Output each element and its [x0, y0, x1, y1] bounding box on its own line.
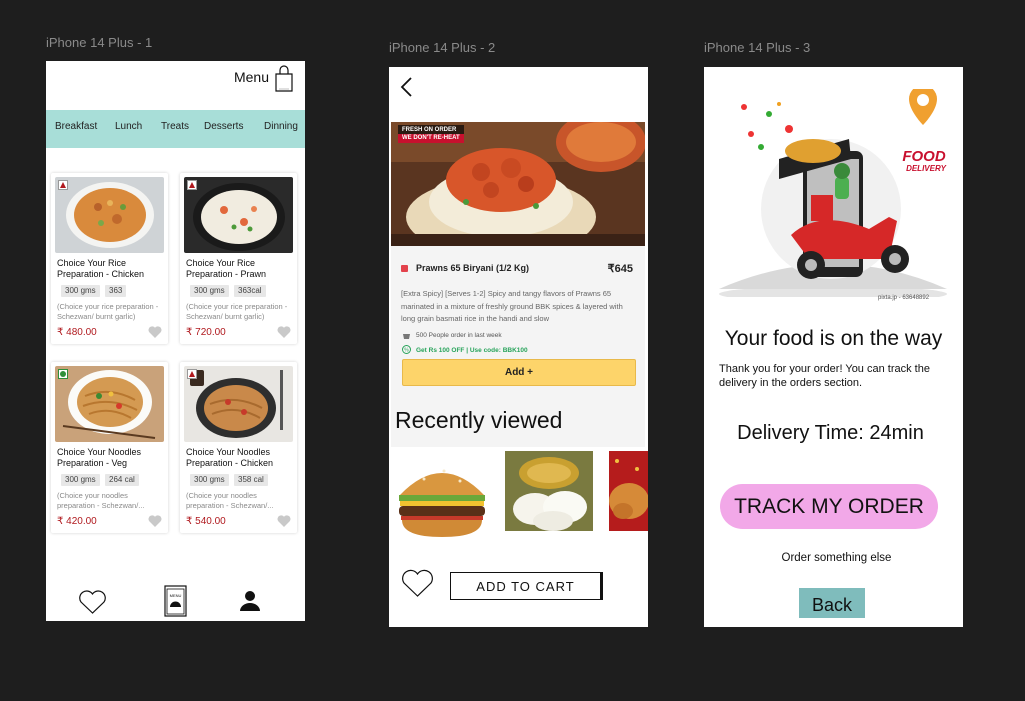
card-desc: (Choice your noodles preparation - Schez… [186, 491, 274, 510]
svg-text:%: % [404, 348, 409, 354]
qty-chip: 300 gms [190, 474, 229, 486]
cal-chip: 358 cal [234, 474, 268, 486]
noodles-chicken-image [184, 366, 293, 442]
tab-breakfast[interactable]: Breakfast [55, 121, 97, 132]
heart-icon[interactable] [78, 590, 107, 615]
add-button[interactable]: Add + [402, 359, 636, 386]
heart-icon[interactable] [277, 326, 291, 338]
recently-viewed-title: Recently viewed [395, 407, 563, 433]
cal-chip: 363 [105, 285, 127, 297]
heart-icon[interactable] [148, 326, 162, 338]
biryani-image: FRESH ON ORDER WE DON'T RE-HEAT [391, 122, 645, 246]
card-title: Choice Your Noodles Preparation - Veg [57, 447, 142, 468]
confirmation-screen: FOOD DELIVERY pixta.jp - 63648892 Your f… [704, 67, 963, 627]
category-tabs: Breakfast Lunch Treats Desserts Dinning [46, 110, 305, 148]
menu-card[interactable]: Choice Your Noodles Preparation - Veg 30… [51, 362, 168, 533]
header-title: Menu [233, 69, 269, 85]
back-chevron-icon[interactable] [399, 76, 413, 98]
product-screen: FRESH ON ORDER WE DON'T RE-HEAT Prawns 65… [389, 67, 648, 627]
non-veg-icon [58, 180, 68, 190]
delivery-time: Delivery Time: 24min [737, 422, 924, 444]
stock-credit: pixta.jp - 63648892 [878, 295, 930, 301]
svg-text:MENU: MENU [170, 593, 182, 598]
card-desc: (Choice your rice preparation - Schezwan… [186, 302, 288, 321]
qty-chip: 300 gms [61, 474, 100, 486]
tab-treats[interactable]: Treats [161, 121, 189, 132]
non-veg-icon [187, 180, 197, 190]
qty-chip: 300 gms [190, 285, 229, 297]
back-button[interactable]: Back [799, 588, 865, 618]
menu-card[interactable]: Choice Your Rice Preparation - Prawn 300… [180, 173, 297, 344]
thank-you-message: Thank you for your order! You can track … [719, 363, 930, 389]
non-veg-icon [401, 265, 408, 272]
svg-text:DELIVERY: DELIVERY [906, 164, 947, 173]
heart-icon[interactable] [401, 569, 434, 598]
orders-icon [403, 332, 410, 339]
heart-icon[interactable] [277, 515, 291, 527]
add-to-cart-button[interactable]: ADD TO CART [450, 572, 603, 600]
track-order-button[interactable]: TRACK MY ORDER [720, 484, 938, 529]
cal-chip: 363cal [234, 285, 266, 297]
non-veg-icon [187, 369, 197, 379]
svg-text:FOOD: FOOD [902, 148, 945, 165]
status-title: Your food is on the way [724, 327, 943, 350]
heart-icon[interactable] [148, 515, 162, 527]
card-title: Choice Your Rice Preparation - Chicken [57, 258, 145, 279]
burger-thumbnail[interactable] [394, 451, 490, 547]
orders-count: 500 People order in last week [416, 332, 502, 339]
idli-thumbnail[interactable] [505, 451, 593, 531]
qty-chip: 300 gms [61, 285, 100, 297]
card-desc: (Choice your noodles preparation - Schez… [57, 491, 145, 510]
veg-icon [58, 369, 68, 379]
tab-desserts[interactable]: Desserts [204, 121, 243, 132]
menu-book-icon[interactable]: MENU [164, 585, 187, 617]
discount-icon: % [402, 345, 411, 354]
product-card: FRESH ON ORDER WE DON'T RE-HEAT Prawns 65… [391, 122, 645, 447]
card-title: Choice Your Noodles Preparation - Chicke… [186, 447, 274, 468]
card-price: ₹ 480.00 [57, 327, 97, 338]
frame-label-3: iPhone 14 Plus - 3 [704, 40, 811, 55]
header: Menu [46, 61, 305, 109]
product-name: Prawns 65 Biryani (1/2 Kg) [416, 263, 530, 273]
user-icon[interactable] [239, 590, 261, 612]
shopping-bag-icon[interactable] [273, 65, 295, 93]
fried-chicken-thumbnail[interactable] [609, 451, 648, 531]
menu-card[interactable]: Choice Your Noodles Preparation - Chicke… [180, 362, 297, 533]
rice-chicken-image [55, 177, 164, 253]
tab-lunch[interactable]: Lunch [115, 121, 142, 132]
product-price: ₹645 [607, 263, 633, 275]
card-price: ₹ 720.00 [186, 327, 226, 338]
fresh-on-order-badge: FRESH ON ORDER WE DON'T RE-HEAT [398, 125, 464, 143]
product-description: [Extra Spicy] [Serves 1-2] Spicy and tan… [401, 289, 623, 323]
tab-dinning[interactable]: Dinning [264, 121, 298, 132]
rice-prawn-image [184, 177, 293, 253]
cal-chip: 264 cal [105, 474, 139, 486]
menu-card[interactable]: Choice Your Rice Preparation - Chicken 3… [51, 173, 168, 344]
order-something-else-link[interactable]: Order something else [704, 552, 963, 564]
card-title: Choice Your Rice Preparation - Prawn [186, 258, 267, 279]
frame-label-2: iPhone 14 Plus - 2 [389, 40, 496, 55]
coupon-text: Get Rs 100 OFF | Use code: BBK100 [416, 347, 528, 354]
noodles-veg-image [55, 366, 164, 442]
card-price: ₹ 540.00 [186, 516, 226, 527]
frame-label-1: iPhone 14 Plus - 1 [46, 35, 153, 50]
delivery-scooter-illustration: FOOD DELIVERY [719, 85, 947, 302]
card-price: ₹ 420.00 [57, 516, 97, 527]
menu-screen: Menu Breakfast Lunch Treats Desserts Din… [46, 61, 305, 621]
card-desc: (Choice your rice preparation - Schezwan… [57, 302, 159, 321]
